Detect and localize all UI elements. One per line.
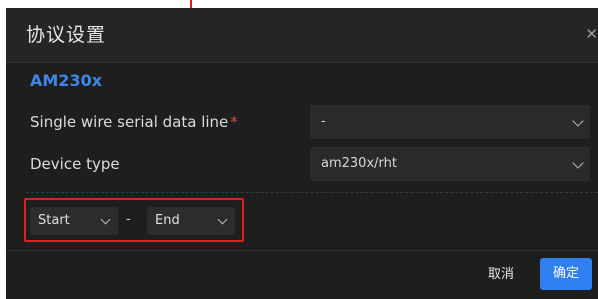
end-select-value: End xyxy=(155,213,180,228)
cancel-button[interactable]: 取消 xyxy=(480,262,522,288)
dialog-header: 协议设置 ✕ xyxy=(6,8,598,63)
dialog-title: 协议设置 xyxy=(26,24,107,46)
range-highlight-box: Start - End xyxy=(24,198,244,242)
field-label-data-line: Single wire serial data line * xyxy=(30,113,238,131)
dashed-divider xyxy=(26,192,598,193)
red-marker xyxy=(190,0,192,8)
end-select[interactable]: End xyxy=(147,207,235,235)
confirm-button[interactable]: 确定 xyxy=(540,258,592,290)
range-separator: - xyxy=(126,212,131,227)
form-row-device-type: Device type am230x/rht xyxy=(30,147,598,181)
data-line-select[interactable]: - xyxy=(310,105,590,139)
device-type-select[interactable]: am230x/rht xyxy=(310,147,590,181)
chevron-down-icon xyxy=(572,115,584,127)
start-select[interactable]: Start xyxy=(30,207,118,235)
required-mark: * xyxy=(230,113,238,131)
chevron-down-icon xyxy=(217,214,228,225)
footer-divider xyxy=(6,250,598,251)
form-row-data-line: Single wire serial data line * - xyxy=(30,105,598,139)
start-select-value: Start xyxy=(38,213,70,228)
device-type-select-value: am230x/rht xyxy=(321,156,397,171)
field-label-device-type: Device type xyxy=(30,155,120,173)
data-line-select-value: - xyxy=(321,114,326,129)
protocol-settings-dialog: 协议设置 ✕ AM230x Single wire serial data li… xyxy=(6,8,598,299)
chevron-down-icon xyxy=(572,157,584,169)
chevron-down-icon xyxy=(100,214,111,225)
screenshot-stage: 协议设置 ✕ AM230x Single wire serial data li… xyxy=(0,0,598,299)
section-title: AM230x xyxy=(30,71,103,90)
data-line-label-text: Single wire serial data line xyxy=(30,113,229,131)
close-icon[interactable]: ✕ xyxy=(585,25,598,43)
